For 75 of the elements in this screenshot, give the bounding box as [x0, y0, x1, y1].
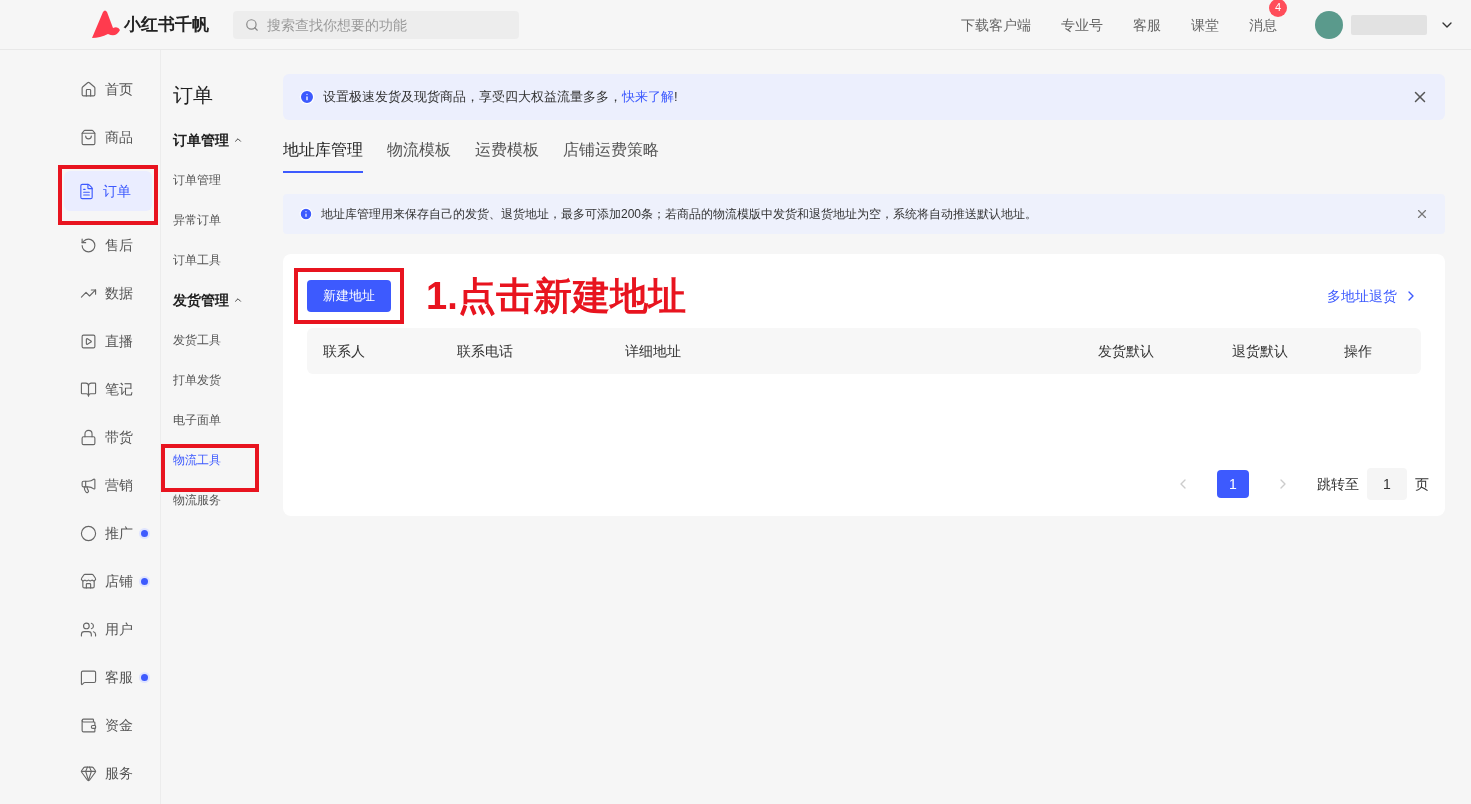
- sidebar-item[interactable]: 资金: [66, 705, 154, 745]
- page-button[interactable]: 1: [1217, 470, 1249, 498]
- banner-text: 设置极速发货及现货商品，享受四大权益流量多多，快来了解!: [323, 88, 678, 107]
- column-header: 操作: [1344, 341, 1373, 361]
- chat-icon: [80, 668, 97, 686]
- sidebar-item[interactable]: 用户: [66, 609, 154, 649]
- sidebar-item[interactable]: 订单: [64, 171, 152, 211]
- info-icon: [299, 207, 313, 221]
- sidebar-item[interactable]: 客服: [66, 657, 154, 697]
- sidebar-item[interactable]: 店铺: [66, 561, 154, 601]
- search-field[interactable]: 搜索查找你想要的功能: [233, 10, 519, 39]
- header-link[interactable]: 下载客户端: [961, 16, 1031, 33]
- sidebar-item[interactable]: 售后: [66, 225, 154, 265]
- tab[interactable]: 物流模板: [387, 138, 451, 173]
- sidebar-item[interactable]: 首页: [66, 69, 154, 109]
- logo-text: 小红书千帆: [124, 13, 209, 36]
- users-icon: [80, 620, 97, 638]
- return-icon: [80, 236, 97, 254]
- close-icon[interactable]: [1415, 207, 1429, 221]
- store-icon: [80, 572, 97, 590]
- column-header: 详细地址: [625, 341, 682, 361]
- sidebar-item[interactable]: 直播: [66, 321, 154, 361]
- header-link[interactable]: 课堂: [1191, 16, 1219, 33]
- info-icon: [299, 89, 315, 105]
- bag-icon: [80, 128, 97, 146]
- jump-label: 跳转至: [1317, 474, 1359, 494]
- submenu-item[interactable]: 订单工具: [173, 248, 271, 272]
- avatar[interactable]: [1315, 10, 1343, 39]
- search-icon: [245, 17, 259, 32]
- home-icon: [80, 80, 97, 98]
- document-icon: [78, 182, 95, 200]
- page-input[interactable]: 1: [1367, 468, 1407, 500]
- submenu-item[interactable]: 异常订单: [173, 208, 271, 232]
- header-link[interactable]: 客服: [1133, 16, 1161, 33]
- sidebar-item[interactable]: 服务: [66, 753, 154, 793]
- play-icon: [80, 332, 97, 350]
- sidebar-item[interactable]: 推广: [66, 513, 154, 553]
- gem-icon: [80, 764, 97, 782]
- circle-icon: [80, 524, 97, 542]
- wallet-icon: [80, 716, 97, 734]
- header-link[interactable]: 专业号: [1061, 16, 1103, 33]
- megaphone-icon: [80, 476, 97, 494]
- submenu-item[interactable]: 发货工具: [173, 328, 271, 352]
- column-header: 联系电话: [457, 341, 514, 361]
- book-icon: [80, 380, 97, 398]
- page-suffix: 页: [1415, 474, 1429, 494]
- submenu-item[interactable]: 物流服务: [173, 488, 271, 512]
- section-title: 订单: [173, 83, 214, 108]
- menu-group-header[interactable]: 发货管理: [173, 288, 271, 312]
- submenu-item[interactable]: 打单发货: [173, 368, 271, 392]
- tab[interactable]: 运费模板: [475, 138, 539, 173]
- sidebar-item[interactable]: 营销: [66, 465, 154, 505]
- notice-text: 地址库管理用来保存自己的发货、退货地址，最多可添加200条；若商品的物流模版中发货和退货地址为空，系统将自动推送默认地址。: [321, 206, 1038, 223]
- learn-more-link[interactable]: 快来了解: [622, 89, 674, 105]
- collapse-caret-icon: [233, 135, 243, 145]
- message-count-badge: 4: [1269, 0, 1287, 17]
- submenu-item[interactable]: 订单管理: [173, 168, 271, 192]
- sidebar-item[interactable]: 笔记: [66, 369, 154, 409]
- column-header: 联系人: [323, 341, 366, 361]
- column-header: 退货默认: [1232, 341, 1289, 361]
- multi-address-return-link[interactable]: 多地址退货: [1327, 285, 1419, 307]
- sidebar-item[interactable]: 商品: [66, 117, 154, 157]
- submenu-item[interactable]: 电子面单: [173, 408, 271, 432]
- sidebar-item[interactable]: 数据: [66, 273, 154, 313]
- column-header: 发货默认: [1098, 341, 1155, 361]
- sidebar-item[interactable]: 带货: [66, 417, 154, 457]
- tab[interactable]: 店铺运费策略: [563, 138, 659, 173]
- submenu-item[interactable]: 物流工具: [173, 448, 255, 472]
- collapse-caret-icon: [233, 295, 243, 305]
- header-link[interactable]: 消息: [1249, 16, 1277, 33]
- tab[interactable]: 地址库管理: [283, 138, 363, 173]
- new-address-button[interactable]: 新建地址: [307, 280, 391, 312]
- menu-group-header[interactable]: 订单管理: [173, 128, 271, 152]
- lock-icon: [80, 428, 97, 446]
- annotation-text: 1.点击新建地址: [426, 273, 686, 319]
